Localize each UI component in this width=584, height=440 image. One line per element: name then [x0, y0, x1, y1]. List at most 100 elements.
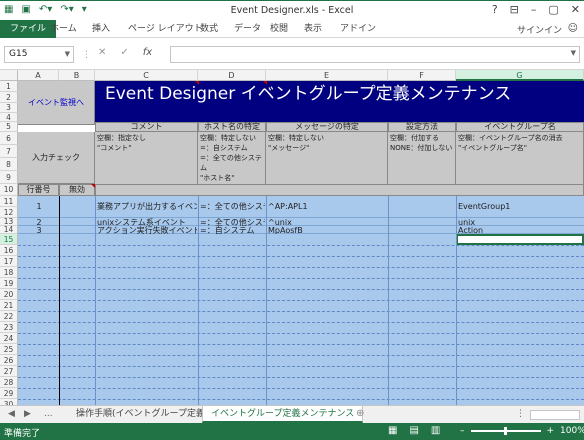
row-header[interactable]: 15 — [0, 234, 18, 245]
expand-formula-icon[interactable]: ▼ — [571, 49, 576, 57]
help-button[interactable]: ? — [492, 3, 498, 16]
cell-message[interactable]: ^AP:APL1 — [268, 202, 387, 211]
tab-addins[interactable]: アドイン — [334, 22, 382, 38]
chevron-down-icon[interactable]: ▼ — [65, 47, 70, 62]
scroll-split-icon[interactable]: ⋮ — [516, 409, 525, 419]
cell-no[interactable]: 1 — [20, 202, 58, 211]
row-header[interactable]: 10 — [0, 184, 18, 196]
row-header[interactable]: 24 — [0, 333, 18, 344]
tab-home[interactable]: ホーム — [44, 22, 83, 38]
table-row[interactable]: 1 業務アプリが出力するイベント=：全ての他システム^AP:APL1 EventGr… — [18, 196, 584, 218]
tab-review[interactable]: 校閲 — [264, 22, 294, 38]
empty-rows-area[interactable] — [18, 234, 584, 405]
column-gridline — [456, 196, 457, 405]
column-header-b[interactable]: B — [59, 70, 95, 81]
input-check-button[interactable]: 入力チェック — [18, 132, 95, 184]
header-group: イベントグループ名 — [456, 122, 584, 132]
minimize-button[interactable]: – — [531, 3, 537, 16]
row-header[interactable]: 21 — [0, 300, 18, 311]
sheet-tab-maintenance[interactable]: イベントグループ定義メンテナンス — [202, 406, 364, 423]
row-header[interactable]: 14 — [0, 226, 18, 234]
row-header[interactable]: 19 — [0, 278, 18, 289]
row-header[interactable]: 7 — [0, 145, 18, 158]
next-sheet-icon[interactable]: ▶ — [24, 409, 31, 419]
tab-data[interactable]: データ — [228, 22, 267, 38]
column-header-c[interactable]: C — [95, 70, 198, 81]
table-row[interactable]: 3 アクション実行失敗イベント =：自システム MpAosfB Action — [18, 226, 584, 235]
feedback-icon[interactable]: ☺ — [568, 23, 578, 34]
row-gridline — [18, 311, 584, 312]
table-row[interactable]: 2unixシステム系イベント=：全ての他システム^unixunix — [18, 218, 584, 227]
event-monitor-button[interactable]: イベント監視へ — [18, 81, 95, 125]
column-header-f[interactable]: F — [388, 70, 456, 81]
row-header[interactable]: 4 — [0, 113, 18, 122]
row-header[interactable]: 1 — [0, 81, 18, 92]
row-header[interactable]: 17 — [0, 256, 18, 267]
row-gridline — [18, 344, 584, 345]
sheet-tab-procedure[interactable]: 操作手順(イベントグループ定義) — [68, 406, 216, 423]
enter-icon[interactable]: ✓ — [120, 47, 128, 58]
insert-function-icon[interactable]: fx — [143, 47, 152, 58]
signin-link[interactable]: サインイン — [517, 23, 562, 36]
comment-indicator-icon — [263, 81, 267, 85]
name-box[interactable]: G15 ▼ — [4, 46, 74, 63]
worksheet-grid[interactable]: A B C D E F G 1 2 3 4 5 6 7 8 9 10 11 12 13 14 15 16 17 1… — [0, 70, 584, 405]
tab-view[interactable]: 表示 — [298, 22, 328, 38]
row-header[interactable]: 29 — [0, 388, 18, 399]
column-header-g[interactable]: G — [456, 70, 584, 81]
row-header[interactable]: 18 — [0, 267, 18, 278]
row-header[interactable]: 27 — [0, 366, 18, 377]
row-gridline — [18, 300, 584, 301]
close-button[interactable]: ✕ — [571, 3, 580, 16]
cell-comment[interactable]: 業務アプリが出力するイベント — [97, 202, 197, 211]
page-break-view-icon[interactable]: ▥ — [431, 425, 440, 436]
ribbon-display-button[interactable]: ⊟ — [510, 3, 519, 16]
formula-bar: G15 ▼ ⋮ ✕ ✓ fx ▼ — [0, 38, 584, 70]
column-header-e[interactable]: E — [266, 70, 388, 81]
page-layout-view-icon[interactable]: ▤ — [409, 425, 418, 436]
tab-formulas[interactable]: 数式 — [194, 22, 224, 38]
status-bar: 準備完了 ▦ ▤ ▥ – + 100% — [0, 423, 584, 440]
active-cell[interactable] — [456, 234, 584, 245]
row-header[interactable]: 28 — [0, 377, 18, 388]
cancel-icon[interactable]: ✕ — [98, 47, 106, 58]
zoom-level[interactable]: 100% — [560, 426, 584, 436]
desc-host: 空欄：特定しない =：自システム =：全ての他システム "ホスト名" — [198, 132, 266, 184]
formula-input[interactable]: ▼ — [170, 46, 580, 63]
more-sheets-button[interactable]: ... — [44, 409, 53, 419]
cell-host[interactable]: =：全ての他システム — [200, 202, 265, 211]
maximize-button[interactable]: ▢ — [548, 3, 558, 16]
zoom-slider-knob[interactable] — [503, 427, 507, 435]
row-header[interactable]: 16 — [0, 245, 18, 256]
zoom-in-icon[interactable]: + — [547, 426, 555, 436]
select-all-corner[interactable] — [0, 70, 18, 81]
row-header[interactable]: 11 — [0, 196, 18, 207]
row-header[interactable]: 23 — [0, 322, 18, 333]
header-row-spacer — [95, 184, 584, 196]
row-header[interactable]: 26 — [0, 355, 18, 366]
desc-message: 空欄：特定しない "メッセージ" — [266, 132, 388, 184]
row-header[interactable]: 8 — [0, 158, 18, 171]
zoom-slider[interactable] — [470, 427, 541, 435]
row-header[interactable]: 20 — [0, 289, 18, 300]
column-header-a[interactable]: A — [18, 70, 59, 81]
row-header[interactable]: 3 — [0, 103, 18, 113]
row-header[interactable]: 25 — [0, 344, 18, 355]
row-header[interactable]: 5 — [0, 122, 18, 132]
row-gridline — [18, 267, 584, 268]
row-header[interactable]: 22 — [0, 311, 18, 322]
horizontal-scrollbar[interactable] — [530, 410, 580, 420]
desc-method: 空欄：付加する NONE：付加しない — [388, 132, 456, 184]
row-header[interactable]: 6 — [0, 132, 18, 145]
add-sheet-icon[interactable]: ⊕ — [356, 408, 364, 419]
tab-insert[interactable]: 挿入 — [86, 22, 116, 38]
cell-group[interactable]: EventGroup1 — [458, 202, 583, 211]
prev-sheet-icon[interactable]: ◀ — [8, 409, 15, 419]
row-header[interactable]: 9 — [0, 171, 18, 184]
column-header-d[interactable]: D — [198, 70, 266, 81]
zoom-out-icon[interactable]: – — [460, 426, 465, 436]
formula-bar-divider: ⋮ — [82, 50, 91, 60]
header-method: 設定方法 — [388, 122, 456, 132]
row-header[interactable]: 2 — [0, 92, 18, 103]
normal-view-icon[interactable]: ▦ — [388, 425, 397, 436]
